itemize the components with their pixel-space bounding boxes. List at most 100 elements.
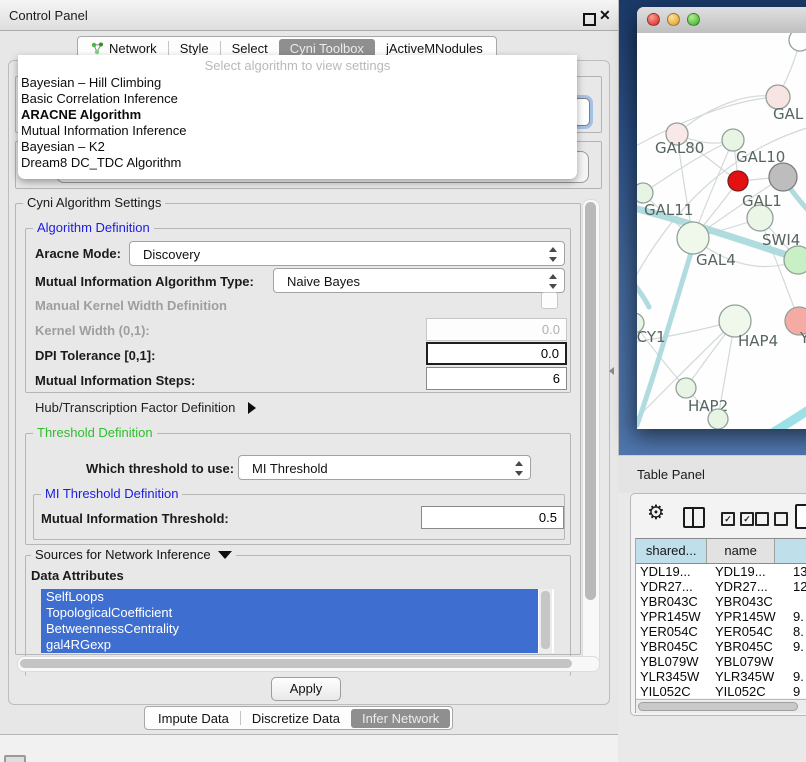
table-cell: YDR27... [640,579,693,594]
close-traffic-light[interactable] [647,13,660,26]
manual-kernel-checkbox[interactable] [541,292,558,309]
bottom-tab-bar: Impute Data Discretize Data Infer Networ… [144,706,453,730]
settings-horizontal-scrollbar-track[interactable] [17,656,600,672]
graph-node[interactable] [676,378,696,398]
table-panel-section: Table Panel ⚙ ✓ ✓ shared... name YDL19..… [618,455,806,762]
graph-node-label: GAL11 [644,201,693,219]
unchecked-columns-icon[interactable] [755,512,788,526]
settings-vertical-scrollbar-thumb[interactable] [585,202,596,600]
graph-node[interactable] [789,33,806,51]
expander-down-icon [218,551,232,559]
column-header-name[interactable]: name [707,539,775,563]
checked-columns-icon[interactable]: ✓ ✓ [721,512,754,526]
table-header-row: shared... name [636,539,806,564]
attributes-scrollbar-thumb[interactable] [541,591,550,649]
table-cell: YDL19... [715,564,766,579]
dpi-tolerance-input[interactable] [426,342,567,365]
tab-impute-data[interactable]: Impute Data [147,709,240,728]
table-horizontal-scrollbar-track[interactable] [636,699,806,713]
network-canvas[interactable]: GALGAL80GAL10GAL1GAL11GAL4SWI4GCY1HAP4YH… [637,33,806,429]
network-graph[interactable]: GALGAL80GAL10GAL1GAL11GAL4SWI4GCY1HAP4YH… [637,33,806,429]
tab-discretize-data[interactable]: Discretize Data [241,709,351,728]
table-row[interactable]: YPR145WYPR145W9. [636,609,806,624]
float-window-icon[interactable] [583,13,596,26]
graph-node[interactable] [677,222,709,254]
table-row[interactable]: YIL052CYIL052C9 [636,684,806,698]
data-attributes-label: Data Attributes [31,568,124,583]
algorithm-option[interactable]: Mutual Information Inference [18,123,577,139]
table-cell: YPR145W [640,609,701,624]
hub-definition-expander[interactable]: Hub/Transcription Factor Definition [35,400,256,415]
table-cell: 12 [793,579,806,594]
algorithm-option[interactable]: Bayesian – Hill Climbing [18,75,577,91]
settings-vertical-scrollbar-track[interactable] [582,199,600,671]
attribute-item[interactable]: gal4RGexp [41,637,538,653]
mi-steps-input[interactable] [426,367,567,390]
kernel-width-input[interactable] [426,318,567,341]
screen: Control Panel ✕ Network Style Select C [0,0,806,762]
algorithm-option[interactable]: Dream8 DC_TDC Algorithm [18,155,577,171]
minimized-panel-icon[interactable] [4,755,26,762]
which-threshold-value: MI Threshold [252,461,328,476]
table-row[interactable]: YDL19...YDL19...13 [636,564,806,579]
sources-group-title[interactable]: Sources for Network Inference [31,548,236,561]
data-attributes-list[interactable]: SelfLoopsTopologicalCoefficientBetweenne… [41,589,554,653]
which-threshold-select[interactable]: MI Threshold [238,455,531,480]
algorithm-option[interactable]: Bayesian – K2 [18,139,577,155]
stepper-icon [549,247,557,262]
graph-node[interactable] [637,183,653,203]
table-row[interactable]: YLR345WYLR345W9. [636,669,806,684]
table-cell: YDR27... [715,579,768,594]
algorithm-dropdown-placeholder: Select algorithm to view settings [18,57,577,75]
node-table: shared... name YDL19...YDL19...13YDR27..… [635,538,806,713]
tab-infer-network[interactable]: Infer Network [351,709,450,728]
control-panel-window: Control Panel ✕ Network Style Select C [0,0,619,735]
dpi-tolerance-label: DPI Tolerance [0,1]: [35,348,155,363]
minimize-traffic-light[interactable] [667,13,680,26]
split-pane-handle[interactable] [609,367,614,375]
graph-node[interactable] [708,409,728,429]
checkbox-checked-icon: ✓ [740,512,754,526]
document-icon[interactable] [795,504,806,529]
mi-threshold-label: Mutual Information Threshold: [41,511,229,526]
algorithm-option[interactable]: ARACNE Algorithm [18,107,577,123]
graph-node[interactable] [769,163,797,191]
attribute-item[interactable]: BetweennessCentrality [41,621,538,637]
table-cell: YBR045C [715,639,773,654]
table-panel-title: Table Panel [637,467,705,482]
table-cell: YBL079W [715,654,774,669]
table-cell: YPR145W [715,609,776,624]
graph-node-label: GAL1 [742,192,782,210]
close-icon[interactable]: ✕ [599,7,611,24]
aracne-mode-select[interactable]: Discovery [129,241,565,266]
zoom-traffic-light[interactable] [687,13,700,26]
apply-button[interactable]: Apply [271,677,341,701]
attribute-item[interactable]: TopologicalCoefficient [41,605,538,621]
table-row[interactable]: YBR043CYBR043C [636,594,806,609]
mi-threshold-input[interactable] [421,506,564,529]
column-header-shared-name[interactable]: shared... [636,539,707,563]
table-row[interactable]: YDR27... YDR27... 12 [636,579,806,594]
window-title: Control Panel [9,8,88,23]
graph-edge [677,96,778,134]
column-header-clipped[interactable] [775,539,806,563]
table-row[interactable]: YBR045CYBR045C9. [636,639,806,654]
stepper-icon [515,461,523,476]
algorithm-option[interactable]: Basic Correlation Inference [18,91,577,107]
graph-node[interactable] [784,246,806,274]
settings-horizontal-scrollbar-thumb[interactable] [20,659,572,668]
gear-icon[interactable]: ⚙ [647,503,665,523]
table-horizontal-scrollbar-thumb[interactable] [638,702,798,711]
graph-node[interactable] [728,171,748,191]
mi-algorithm-type-select[interactable]: Naive Bayes [273,268,565,293]
graph-node-label: SWI4 [762,231,800,249]
network-window-titlebar[interactable] [637,7,806,34]
columns-icon[interactable] [683,507,705,528]
table-cell: YER054C [640,624,698,639]
table-cell: 8. [793,624,804,639]
table-row[interactable]: YBL079WYBL079W [636,654,806,669]
graph-node-label: GAL4 [696,251,736,269]
attribute-item[interactable]: SelfLoops [41,589,538,605]
attributes-scrollbar-track[interactable] [539,589,552,653]
table-row[interactable]: YER054CYER054C8. [636,624,806,639]
